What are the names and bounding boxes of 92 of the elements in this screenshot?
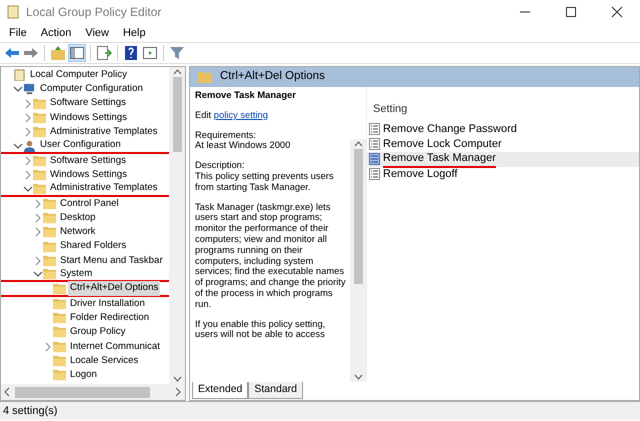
scroll-thumb[interactable] [172,77,182,152]
setting-item[interactable]: Remove Logoff [383,166,458,182]
forward-arrow-icon[interactable] [23,45,39,61]
edit-label: Edit [195,108,212,120]
chevron-down-icon[interactable] [12,84,23,94]
scroll-up-icon[interactable] [354,139,362,149]
tree-item[interactable]: User Configuration [38,138,123,153]
scroll-icon [13,69,26,82]
folder-icon [43,255,56,267]
folder-icon [33,112,46,124]
description-paragraph: Task Manager (taskmgr.exe) lets users start and stop programs; monitor the performance of their computers; view and monitor all programs running on their computers, including system services; find the executable names of programs; and change the priority of the process in which programs run. [195,202,347,310]
status-text: 4 setting(s) [3,404,58,419]
chevron-down-icon[interactable] [12,140,23,151]
tree-item[interactable]: Ctrl+Alt+Del Options [68,281,160,296]
setting-item[interactable]: Remove Change Password [383,120,517,138]
tree-item[interactable]: Logon [68,368,99,383]
description-paragraph: Requirements: At least Windows 2000 [195,130,292,152]
user-icon [23,140,36,152]
tree-item[interactable]: Control Panel [58,196,121,212]
tree-item[interactable]: Folder Redirection [68,310,152,326]
menu-item[interactable]: File [2,24,34,42]
menu-item[interactable]: Action [34,24,78,42]
folder-up-icon[interactable] [50,45,66,61]
tree-item[interactable]: Software Settings [48,154,128,168]
folder-icon [33,169,46,182]
horizontal-scrollbar[interactable] [1,384,185,400]
policy-title: Remove Task Manager [195,90,297,101]
tree-item[interactable]: Administrative Templates [48,125,160,140]
folder-icon [53,340,66,353]
tree-item[interactable]: Desktop [58,210,98,226]
description-paragraph: If you enable this policy setting, users will not be able to access [195,318,326,340]
policy-setting-icon [369,153,380,165]
folder-icon [43,268,56,280]
setting-item[interactable]: Remove Lock Computer [383,136,502,152]
scroll-down-icon[interactable] [354,372,362,382]
vertical-scrollbar[interactable] [169,67,185,384]
folder-icon [53,312,66,324]
folder-icon [53,326,66,338]
scroll-icon [6,5,20,19]
window-title: Local Group Policy Editor [26,4,162,21]
tree-item[interactable]: Windows Settings [48,168,129,182]
folder-icon [53,355,66,368]
folder-icon [33,126,46,138]
folder-icon [43,198,56,210]
folder-icon [43,226,56,238]
computer-icon [23,83,36,96]
chevron-down-icon[interactable] [22,184,33,194]
tree-item[interactable]: Internet Communicat [68,340,162,354]
scroll-thumb[interactable] [354,149,362,284]
policy-setting-icon [369,123,380,135]
folder-icon [53,298,66,310]
view-tab[interactable]: Standard [248,382,303,399]
tree-item[interactable]: Start Menu and Taskbar [58,254,165,268]
folder-icon [43,240,56,253]
chevron-down-icon[interactable] [32,269,43,280]
tree-item[interactable]: Administrative Templates [48,181,160,196]
back-arrow-icon[interactable] [4,45,20,61]
tree-item[interactable]: Software Settings [48,96,128,112]
folder-icon [33,182,46,195]
tree-item[interactable]: Group Policy [68,325,128,340]
scroll-thumb[interactable] [15,386,150,398]
export-list-icon[interactable] [96,45,112,61]
folder-icon [33,154,46,167]
policy-setting-icon [369,138,380,150]
menu-item[interactable]: View [78,24,116,42]
tree-item[interactable]: Local Computer Policy [28,68,129,82]
menu-item[interactable]: Help [116,24,153,42]
tree-item[interactable]: Computer Configuration [38,82,145,97]
tree-item[interactable]: Network [58,225,98,240]
folder-icon [43,212,56,224]
action-pane-icon[interactable] [142,45,158,61]
tree-item[interactable]: Shared Folders [58,239,128,254]
description-paragraph: Description: This policy setting prevents users from starting Task Manager. [195,160,335,193]
folder-icon [198,71,212,83]
scroll-up-icon[interactable] [172,67,182,77]
tree-item[interactable]: System [58,267,94,282]
policy-setting-icon [369,168,380,180]
folder-icon [53,282,66,295]
tree-item[interactable]: Locale Services [68,354,140,368]
console-tree-icon[interactable] [69,45,85,61]
vertical-scrollbar[interactable] [350,139,366,382]
header-title: Ctrl+Alt+Del Options [220,69,325,84]
help-icon[interactable] [123,45,139,61]
tree-item[interactable]: Driver Installation [68,296,147,312]
tree-item[interactable]: Windows Settings [48,110,129,126]
scroll-down-icon[interactable] [172,374,182,384]
policy-setting-link[interactable]: policy setting [214,108,268,120]
view-tab[interactable]: Extended [192,382,248,399]
column-header[interactable]: Setting [367,101,639,122]
filter-icon[interactable] [169,45,185,61]
folder-icon [53,369,66,382]
folder-icon [33,98,46,110]
